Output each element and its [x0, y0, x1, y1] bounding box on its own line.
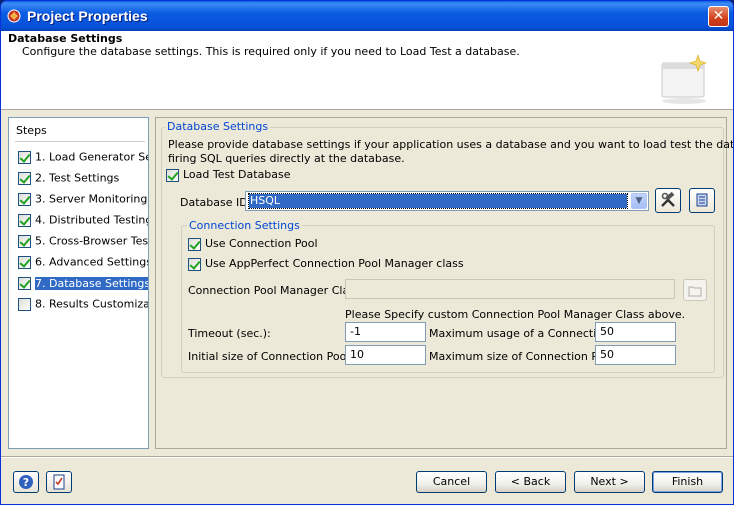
- app-icon: [7, 9, 21, 23]
- folder-icon: [688, 286, 702, 296]
- step-item[interactable]: 7. Database Settings: [18, 276, 148, 292]
- use-pool-manager-checkbox[interactable]: Use AppPerfect Connection Pool Manager c…: [188, 257, 464, 271]
- steps-title: Steps: [16, 124, 47, 137]
- max-size-input[interactable]: 50: [595, 345, 676, 365]
- step-checkbox[interactable]: [18, 150, 31, 164]
- load-test-database-label: Load Test Database: [183, 168, 291, 181]
- max-usage-input[interactable]: 50: [595, 322, 676, 342]
- page-description: Configure the database settings. This is…: [22, 45, 520, 58]
- footer-divider-highlight: [1, 457, 733, 458]
- cancel-button[interactable]: Cancel: [416, 471, 487, 493]
- step-item[interactable]: 3. Server Monitoring: [18, 192, 148, 208]
- tools-icon: [661, 191, 675, 207]
- steps-divider: [15, 141, 145, 142]
- database-id-select[interactable]: HSQL ▼: [245, 191, 649, 211]
- step-item[interactable]: 1. Load Generator Set: [18, 150, 148, 166]
- use-pool-manager-label: Use AppPerfect Connection Pool Manager c…: [205, 257, 464, 270]
- database-id-value: HSQL: [248, 193, 628, 209]
- use-connection-pool-check[interactable]: [188, 237, 201, 251]
- manager-class-label: Connection Pool Manager Class:: [188, 284, 365, 297]
- database-button[interactable]: [689, 188, 715, 213]
- wizard-window-icon: [661, 54, 707, 104]
- checklist-icon: [53, 474, 65, 490]
- step-label: 6. Advanced Settings: [35, 255, 148, 269]
- database-info-line-2: firing SQL queries directly at the datab…: [168, 152, 405, 165]
- step-checkbox[interactable]: [18, 276, 31, 290]
- load-test-database-checkbox[interactable]: Load Test Database: [166, 168, 291, 182]
- use-connection-pool-label: Use Connection Pool: [205, 237, 318, 250]
- close-button[interactable]: ✕: [708, 6, 729, 27]
- step-checkbox[interactable]: [18, 255, 31, 269]
- database-id-label: Database ID: [180, 196, 248, 209]
- step-label: 7. Database Settings: [35, 276, 148, 290]
- step-checkbox[interactable]: [18, 213, 31, 227]
- step-label: 1. Load Generator Set: [35, 150, 148, 164]
- step-item[interactable]: 5. Cross-Browser Test: [18, 234, 148, 250]
- step-label: 4. Distributed Testing: [35, 213, 148, 227]
- max-usage-label: Maximum usage of a Connection:: [429, 327, 614, 340]
- use-connection-pool-checkbox[interactable]: Use Connection Pool: [188, 237, 318, 251]
- use-pool-manager-check[interactable]: [188, 257, 201, 271]
- manager-class-input[interactable]: [345, 279, 675, 299]
- load-test-database-check[interactable]: [166, 168, 179, 182]
- finish-button[interactable]: Finish: [652, 471, 723, 493]
- max-size-label: Maximum size of Connection Pool:: [429, 350, 618, 363]
- connection-settings-group-title: Connection Settings: [187, 219, 302, 232]
- chevron-down-icon[interactable]: ▼: [631, 193, 647, 209]
- timeout-label: Timeout (sec.):: [188, 327, 271, 340]
- browse-button[interactable]: [683, 279, 707, 301]
- project-properties-dialog: Project Properties ✕ Database Settings C…: [0, 0, 734, 505]
- svg-text:?: ?: [23, 476, 29, 489]
- step-item[interactable]: 4. Distributed Testing: [18, 213, 148, 229]
- configure-database-button[interactable]: [655, 188, 681, 213]
- help-button[interactable]: ?: [13, 471, 39, 493]
- step-checkbox[interactable]: [18, 234, 31, 248]
- step-checkbox[interactable]: [18, 192, 31, 206]
- back-button[interactable]: < Back: [495, 471, 566, 493]
- database-settings-group-title: Database Settings: [165, 120, 271, 133]
- step-label: 8. Results Customizati: [35, 297, 148, 311]
- step-label: 2. Test Settings: [35, 171, 120, 185]
- page-title: Database Settings: [8, 32, 123, 45]
- wizard-header: Database Settings Configure the database…: [1, 31, 733, 110]
- step-checkbox[interactable]: [18, 171, 31, 185]
- step-item[interactable]: 6. Advanced Settings: [18, 255, 148, 271]
- timeout-input[interactable]: -1: [345, 322, 426, 342]
- step-item[interactable]: 2. Test Settings: [18, 171, 148, 187]
- help-icon: ?: [19, 475, 33, 489]
- database-icon: [696, 193, 708, 206]
- window-title: Project Properties: [27, 8, 148, 24]
- step-label: 5. Cross-Browser Test: [35, 234, 148, 248]
- step-item[interactable]: 8. Results Customizati: [18, 297, 148, 313]
- step-label: 3. Server Monitoring: [35, 192, 148, 206]
- steps-panel: Steps 1. Load Generator Set 2. Test Setti…: [8, 117, 149, 449]
- initial-size-input[interactable]: 10: [345, 345, 426, 365]
- checklist-button[interactable]: [46, 471, 72, 493]
- database-info-line-1: Please provide database settings if your…: [168, 138, 734, 151]
- next-button[interactable]: Next >: [574, 471, 645, 493]
- initial-size-label: Initial size of Connection Pool:: [188, 350, 354, 363]
- step-checkbox[interactable]: [18, 297, 31, 311]
- manager-class-note: Please Specify custom Connection Pool Ma…: [345, 308, 686, 321]
- title-bar: Project Properties ✕: [1, 1, 733, 31]
